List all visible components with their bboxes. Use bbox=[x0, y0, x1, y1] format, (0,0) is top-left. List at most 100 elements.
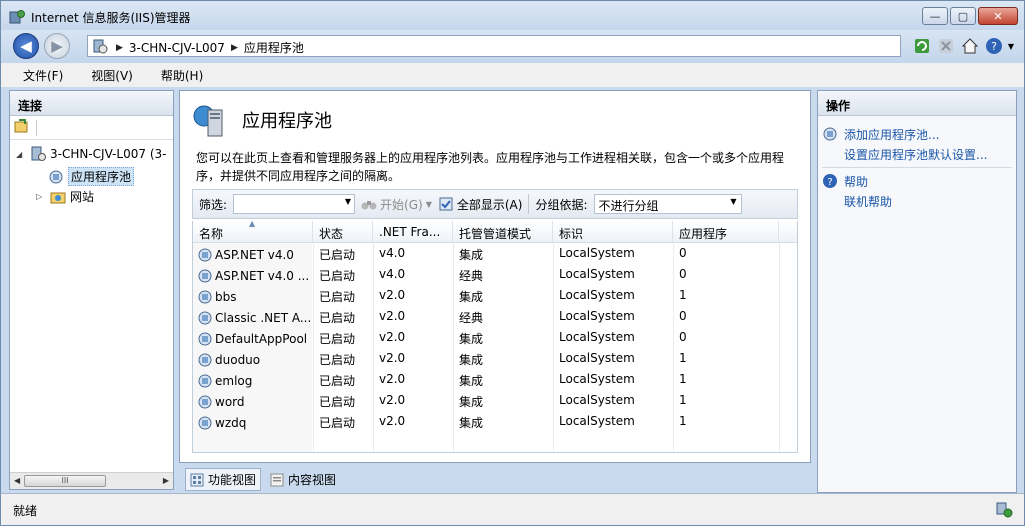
cell-status: 已启动 bbox=[319, 395, 356, 409]
tree-label-app-pools: 应用程序池 bbox=[68, 167, 135, 186]
cell-applications: 0 bbox=[679, 267, 687, 281]
set-defaults-link[interactable]: 设置应用程序池默认设置... bbox=[844, 146, 987, 163]
tree-node-app-pools[interactable]: 应用程序池 bbox=[48, 167, 135, 186]
cell-framework: v4.0 bbox=[379, 267, 406, 281]
cell-identity: LocalSystem bbox=[559, 246, 635, 260]
cell-pipeline: 集成 bbox=[459, 416, 484, 430]
app-pool-icon bbox=[198, 332, 212, 346]
stop-icon[interactable] bbox=[936, 36, 956, 56]
scroll-right-icon[interactable]: ▶ bbox=[163, 476, 169, 485]
content-view-icon bbox=[270, 473, 284, 486]
forward-button[interactable]: ▶ bbox=[44, 33, 70, 59]
cell-applications: 1 bbox=[679, 393, 687, 407]
menu-view[interactable]: 视图(V) bbox=[83, 65, 141, 86]
cell-applications: 1 bbox=[679, 372, 687, 386]
app-pool-icon bbox=[198, 311, 212, 325]
cell-pipeline: 集成 bbox=[459, 374, 484, 388]
svg-text:?: ? bbox=[827, 177, 832, 188]
connections-header: 连接 bbox=[10, 91, 173, 116]
pool-name-label: wzdq bbox=[215, 416, 247, 430]
connections-hscrollbar[interactable]: ◀ III ▶ bbox=[10, 472, 173, 489]
help-dropdown-icon[interactable]: ▼ bbox=[1008, 42, 1014, 51]
expand-icon[interactable]: ▷ bbox=[36, 192, 46, 201]
group-by-select[interactable]: 不进行分组 ▼ bbox=[593, 194, 742, 214]
group-dropdown-icon[interactable]: ▼ bbox=[730, 197, 736, 206]
cell-pipeline: 集成 bbox=[459, 248, 484, 262]
collapse-icon[interactable]: ◢ bbox=[16, 150, 26, 159]
table-row[interactable]: duoduo 已启动 v2.0 集成 LocalSystem 1 bbox=[193, 348, 797, 369]
app-pool-icon bbox=[49, 170, 63, 183]
home-icon[interactable] bbox=[960, 36, 980, 56]
column-header-identity[interactable]: 标识 bbox=[553, 221, 673, 243]
table-row[interactable]: emlog 已启动 v2.0 集成 LocalSystem 1 bbox=[193, 369, 797, 390]
show-all-button[interactable]: 全部显示(A) bbox=[438, 196, 522, 213]
help-link[interactable]: 帮助 bbox=[844, 173, 868, 190]
back-button[interactable]: ◀ bbox=[13, 33, 39, 59]
refresh-icon[interactable] bbox=[912, 36, 932, 56]
breadcrumb-arrow-icon: ▶ bbox=[116, 42, 123, 53]
menu-help[interactable]: 帮助(H) bbox=[153, 65, 211, 86]
maximize-button[interactable]: ▢ bbox=[950, 7, 976, 25]
start-dropdown-icon[interactable]: ▼ bbox=[426, 200, 432, 209]
table-row[interactable]: bbs 已启动 v2.0 集成 LocalSystem 1 bbox=[193, 285, 797, 306]
filter-input[interactable]: ▼ bbox=[233, 194, 356, 214]
cell-name: bbs bbox=[193, 285, 313, 306]
column-header-pipeline[interactable]: 托管管道模式 bbox=[453, 221, 553, 243]
menu-file[interactable]: 文件(F) bbox=[15, 65, 71, 86]
start-filter-button[interactable]: 开始(G) ▼ bbox=[361, 196, 432, 213]
table-row[interactable]: DefaultAppPool 已启动 v2.0 集成 LocalSystem 0 bbox=[193, 327, 797, 348]
connect-icon[interactable] bbox=[14, 118, 30, 137]
minimize-button[interactable]: — bbox=[922, 7, 948, 25]
close-button[interactable]: ✕ bbox=[978, 7, 1018, 25]
filter-dropdown-icon[interactable]: ▼ bbox=[345, 197, 351, 206]
cell-identity: LocalSystem bbox=[559, 330, 635, 344]
features-view-icon bbox=[190, 473, 204, 486]
tab-features-view[interactable]: 功能视图 bbox=[185, 468, 262, 491]
add-app-pool-link[interactable]: 添加应用程序池... bbox=[844, 126, 939, 143]
tree-label-server: 3-CHN-CJV-L007 (3- bbox=[50, 147, 167, 161]
column-header-framework[interactable]: .NET Fra... bbox=[373, 221, 453, 243]
cell-framework: v2.0 bbox=[379, 372, 406, 386]
table-row[interactable]: ASP.NET v4.0 已启动 v4.0 集成 LocalSystem 0 bbox=[193, 243, 797, 264]
tree-label-sites: 网站 bbox=[70, 190, 95, 204]
column-header-status[interactable]: 状态 bbox=[313, 221, 373, 243]
cell-applications: 1 bbox=[679, 414, 687, 428]
cell-pipeline: 经典 bbox=[459, 269, 484, 283]
help-icon[interactable]: ? bbox=[984, 36, 1004, 56]
online-help-action[interactable]: 联机帮助 bbox=[822, 191, 1016, 211]
table-row[interactable]: Classic .NET A... 已启动 v2.0 经典 LocalSystem 0 bbox=[193, 306, 797, 327]
online-help-link[interactable]: 联机帮助 bbox=[844, 193, 892, 210]
column-header-applications[interactable]: 应用程序 bbox=[673, 221, 779, 243]
tree-node-server[interactable]: ◢ 3-CHN-CJV-L007 (3- bbox=[16, 146, 166, 162]
start-filter-label: 开始(G) bbox=[380, 197, 423, 212]
help-action[interactable]: ? 帮助 bbox=[822, 171, 1016, 191]
app-pools-table: ▲ 名称 状态 .NET Fra... 托管管道模式 标识 应用程序 ASP.N… bbox=[192, 221, 798, 453]
column-header-name[interactable]: 名称 bbox=[193, 221, 313, 243]
scroll-thumb[interactable]: III bbox=[24, 475, 106, 487]
add-app-pool-action[interactable]: 添加应用程序池... bbox=[822, 124, 1016, 144]
table-row[interactable]: ASP.NET v4.0 ... 已启动 v4.0 经典 LocalSystem 0 bbox=[193, 264, 797, 285]
set-defaults-action[interactable]: 设置应用程序池默认设置... bbox=[822, 144, 1016, 164]
table-row[interactable]: word 已启动 v2.0 集成 LocalSystem 1 bbox=[193, 390, 797, 411]
cell-name: word bbox=[193, 390, 313, 411]
breadcrumb-app-pools[interactable]: 应用程序池 bbox=[244, 39, 304, 56]
cell-framework: v4.0 bbox=[379, 246, 406, 260]
network-status-icon bbox=[996, 502, 1013, 518]
binoculars-icon bbox=[361, 201, 377, 210]
breadcrumb-server[interactable]: 3-CHN-CJV-L007 bbox=[129, 41, 225, 55]
workspace: 连接 ◢ 3-CHN-CJV-L007 (3- 应用程序池 ▷ 网站 ◀ III… bbox=[0, 87, 1025, 493]
breadcrumb-arrow-icon: ▶ bbox=[230, 42, 238, 53]
tab-content-view[interactable]: 内容视图 bbox=[265, 468, 341, 491]
cell-name: Classic .NET A... bbox=[193, 306, 313, 327]
pool-name-label: word bbox=[215, 395, 245, 409]
scroll-left-icon[interactable]: ◀ bbox=[14, 476, 20, 485]
add-app-pool-icon bbox=[823, 127, 837, 141]
show-all-icon bbox=[439, 197, 453, 211]
tab-content-label: 内容视图 bbox=[288, 473, 337, 487]
cell-status: 已启动 bbox=[319, 416, 356, 430]
table-row[interactable]: wzdq 已启动 v2.0 集成 LocalSystem 1 bbox=[193, 411, 797, 432]
cell-framework: v2.0 bbox=[379, 393, 406, 407]
address-bar[interactable]: ▶ 3-CHN-CJV-L007 ▶ 应用程序池 bbox=[87, 35, 901, 57]
server-icon bbox=[93, 39, 108, 54]
tree-node-sites[interactable]: ▷ 网站 bbox=[36, 188, 94, 205]
